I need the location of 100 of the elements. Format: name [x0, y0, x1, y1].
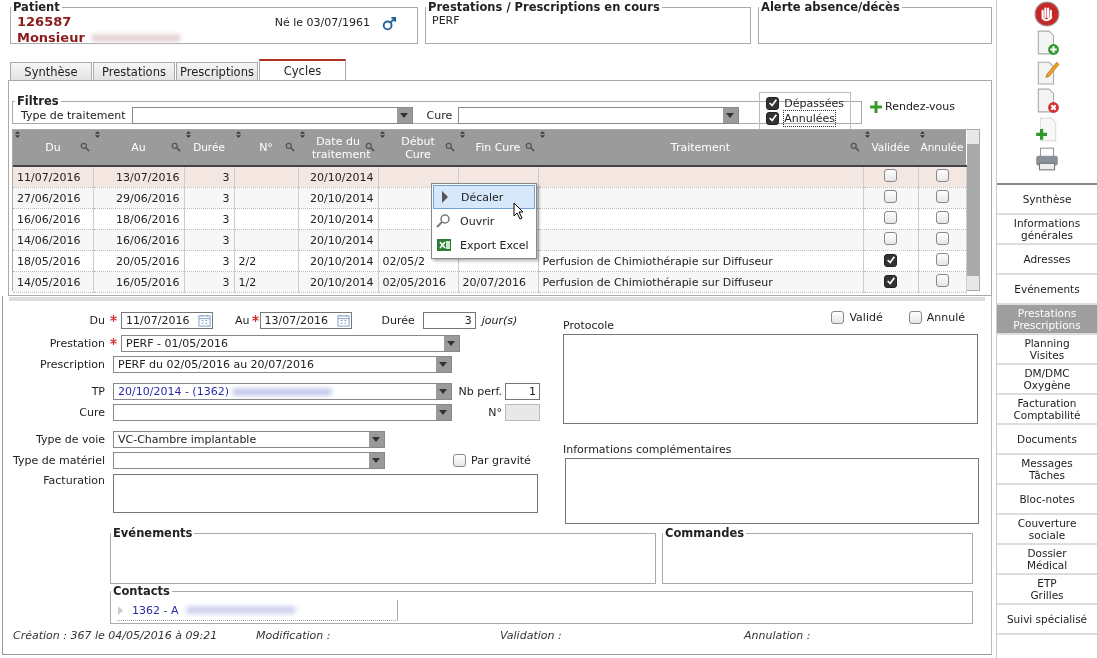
table-cell: 27/06/2016: [17, 191, 81, 205]
table-cell: 18/05/2016: [17, 254, 81, 268]
audit-text: Modification :: [256, 629, 332, 642]
checkbox[interactable]: [884, 169, 897, 182]
field-label: Au: [235, 314, 250, 327]
search-icon: [850, 142, 860, 152]
tab[interactable]: Synthèse: [10, 62, 92, 80]
table-cell: 3: [222, 254, 230, 268]
table-cell: 3: [222, 275, 230, 289]
access-type-select[interactable]: VC-Chambre implantable: [113, 431, 385, 448]
table-row[interactable]: 14/05/2016 16/05/2016 3 1/2 20/10/2014 02/05/2016 20/07/2016 Perfusion de Chimiothérapie sur Diffuseur: [13, 271, 966, 293]
panel-legend: Evénements: [111, 526, 195, 540]
panel-legend: Commandes: [663, 526, 747, 540]
checkbox[interactable]: [766, 111, 780, 125]
panel-legend: Alerte absence/décès: [759, 0, 902, 14]
stop-hand-icon[interactable]: [1034, 1, 1060, 27]
table-cell: 20/10/2014: [310, 233, 374, 247]
table-cell: 11/07/2016: [17, 170, 81, 184]
field-label: Protocole: [563, 319, 616, 332]
field-label: Prestation: [48, 337, 106, 350]
calendar-icon: [198, 314, 211, 327]
table-cell: 14/05/2016: [17, 275, 81, 289]
checkbox-label: Validé: [849, 311, 883, 324]
checkbox-label: Annulées: [784, 110, 835, 126]
checkbox[interactable]: [453, 454, 466, 467]
checkbox[interactable]: [884, 190, 897, 203]
table-row[interactable]: 11/07/2016 13/07/2016 3 20/10/2014: [13, 166, 966, 188]
checkbox[interactable]: [935, 274, 949, 287]
prescription-text: PERF: [432, 14, 460, 27]
patient-title: Monsieur: [17, 30, 85, 46]
checkbox[interactable]: [908, 311, 922, 324]
checkbox-label: Dépassées: [784, 95, 844, 111]
duration-field[interactable]: 3: [422, 312, 476, 329]
cure-select[interactable]: [458, 107, 740, 124]
table-cell: Perfusion de Chimiothérapie sur Diffuseur: [542, 275, 773, 289]
sort-icon: [95, 131, 100, 138]
info-field[interactable]: [565, 458, 979, 524]
prestation-select[interactable]: PERF - 01/05/2016: [121, 335, 460, 352]
sort-icon: [460, 131, 465, 138]
table-cell: 20/05/2016: [116, 254, 180, 268]
menu-item[interactable]: Décaler: [433, 185, 535, 209]
panel-legend: Filtres: [15, 94, 61, 108]
field-label: Durée: [381, 314, 415, 327]
field-label: Facturation: [42, 474, 106, 487]
billing-field[interactable]: [113, 474, 538, 513]
tab[interactable]: Prescriptions: [176, 62, 258, 80]
table-cell: 20/10/2014: [310, 212, 374, 226]
panel-legend: Prestations / Prescriptions en cours: [426, 0, 662, 14]
checkbox[interactable]: [884, 274, 897, 288]
contact-link[interactable]: 1362 - A: [132, 603, 179, 617]
table-cell: 3: [222, 170, 230, 184]
checkbox[interactable]: [935, 211, 949, 224]
checkbox[interactable]: [935, 190, 949, 203]
sort-icon: [15, 131, 20, 138]
search-icon: [525, 142, 535, 152]
field-label: N°: [487, 406, 503, 419]
checkbox[interactable]: [935, 169, 949, 182]
date-field[interactable]: 11/07/2016: [121, 312, 213, 329]
field-label: Cure: [426, 109, 453, 122]
birth-date: Né le 03/07/1961: [274, 16, 370, 29]
field-label: Prescription: [39, 358, 106, 371]
tp-select[interactable]: 20/10/2014 - (1362): [113, 383, 452, 400]
table-cell: Perfusion de Chimiothérapie sur Diffuseur: [542, 254, 773, 268]
calendar-icon: [336, 314, 350, 327]
tab[interactable]: Cycles: [259, 59, 346, 80]
checkbox[interactable]: [935, 253, 949, 266]
sort-icon: [920, 131, 925, 138]
checkbox[interactable]: [766, 96, 780, 110]
prescription-select[interactable]: PERF du 02/05/2016 au 20/07/2016: [113, 356, 452, 373]
table-cell: 3: [222, 212, 230, 226]
table-cell: 3: [222, 191, 230, 205]
male-icon: [382, 16, 397, 31]
material-type-select[interactable]: [113, 452, 385, 469]
table-cell: 20/10/2014: [310, 191, 374, 205]
count-field[interactable]: 1: [505, 383, 540, 400]
table-cell: 02/05/2: [382, 254, 425, 268]
checkbox[interactable]: [831, 311, 845, 324]
cure-select[interactable]: [113, 404, 452, 421]
search-icon: [365, 142, 375, 152]
tab[interactable]: Prestations: [93, 62, 175, 80]
field-label: Cure: [78, 406, 106, 419]
treatment-type-select[interactable]: [131, 107, 413, 124]
table-cell: 16/06/2016: [116, 233, 180, 247]
unit-label: jour(s): [481, 314, 518, 327]
checkbox[interactable]: [935, 232, 949, 245]
appointment-button[interactable]: Rendez-vous: [870, 100, 956, 113]
table-cell: 02/05/2016: [382, 275, 446, 289]
field-label: Du: [88, 314, 106, 327]
date-field[interactable]: 13/07/2016: [259, 312, 352, 329]
table-cell: 16/05/2016: [116, 275, 180, 289]
field-label: Nb perf.: [457, 385, 503, 398]
search-icon: [445, 142, 455, 152]
checkbox[interactable]: [884, 253, 897, 267]
checkbox-label: Annulé: [926, 311, 965, 324]
checkbox[interactable]: [884, 232, 897, 245]
printer-icon[interactable]: [1034, 146, 1060, 172]
protocol-field[interactable]: [563, 334, 978, 424]
sort-icon: [380, 131, 385, 138]
audit-text: Création : 367 le 04/05/2016 à 09:21: [13, 629, 219, 642]
checkbox[interactable]: [884, 211, 897, 224]
